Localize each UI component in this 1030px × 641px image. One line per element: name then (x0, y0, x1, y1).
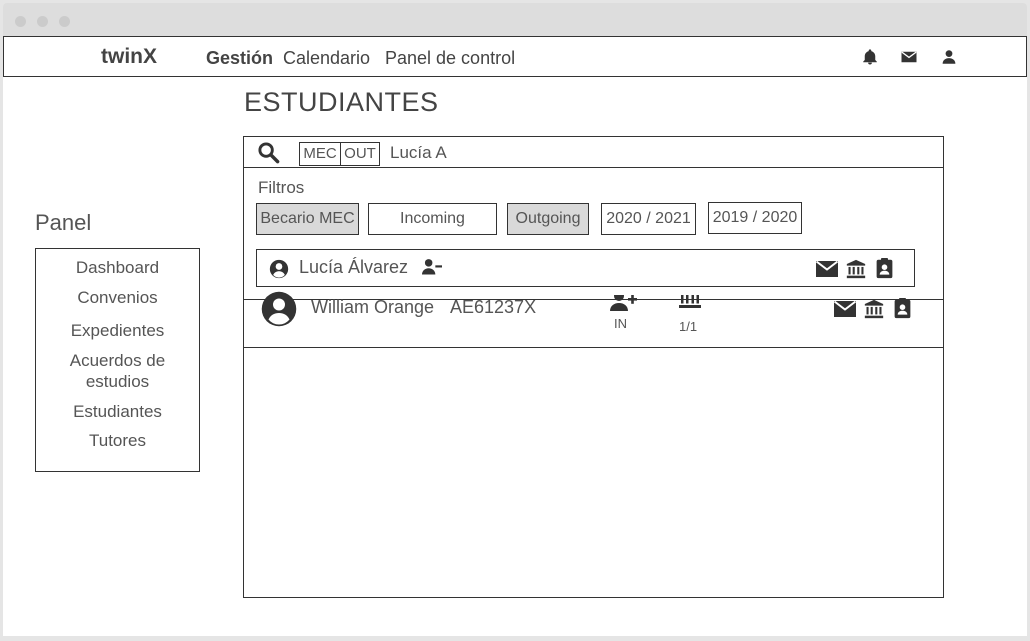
search-input[interactable] (390, 141, 690, 165)
search-icon[interactable] (257, 141, 280, 164)
user-minus-icon[interactable] (421, 257, 443, 277)
user-plus-icon[interactable] (609, 295, 637, 313)
students-panel: MEC OUT Filtros Becario MEC Incoming Out… (243, 136, 944, 598)
window-minimize-dot[interactable] (37, 16, 48, 27)
table-row[interactable]: William Orange AE61237X IN 1/1 (244, 291, 943, 348)
search-bar: MEC OUT (244, 137, 943, 168)
user-circle-icon (269, 259, 289, 279)
toggle-mec[interactable]: MEC (299, 142, 341, 166)
page-title: ESTUDIANTES (244, 87, 439, 117)
avatar (261, 291, 297, 327)
university-icon[interactable] (678, 295, 702, 308)
sidebar-item-estudiantes[interactable]: Estudiantes (36, 401, 199, 422)
window-close-dot[interactable] (15, 16, 26, 27)
mail-icon[interactable] (900, 48, 918, 66)
search-dropdown: Filtros Becario MEC Incoming Outgoing 20… (244, 168, 943, 300)
id-badge-icon[interactable] (875, 258, 894, 279)
sidebar-title: Panel (35, 210, 92, 235)
sidebar-item-tutores[interactable]: Tutores (36, 430, 199, 451)
direction-label: IN (614, 316, 627, 331)
student-id: AE61237X (450, 297, 537, 317)
filter-chip-2020-2021[interactable]: 2020 / 2021 (601, 203, 696, 235)
sidebar-item-convenios[interactable]: Convenios (36, 287, 199, 308)
suggestion-name: Lucía Álvarez (299, 257, 409, 277)
toggle-out[interactable]: OUT (340, 142, 380, 166)
filter-chip-incoming[interactable]: Incoming (368, 203, 497, 235)
student-name[interactable]: William Orange (311, 297, 434, 318)
page-content: twinX Gestión Calendario Panel de contro… (3, 36, 1027, 636)
user-icon[interactable] (940, 48, 958, 66)
suggestion-row[interactable]: Lucía Álvarez (256, 249, 915, 287)
filter-chip-outgoing[interactable]: Outgoing (507, 203, 589, 235)
brand-logo[interactable]: twinX (101, 45, 157, 69)
nav-panel-de-control[interactable]: Panel de control (385, 48, 515, 69)
sidebar-item-dashboard[interactable]: Dashboard (36, 257, 199, 278)
window-maximize-dot[interactable] (59, 16, 70, 27)
top-navbar: twinX Gestión Calendario Panel de contro… (3, 36, 1027, 77)
window-titlebar (3, 3, 1027, 36)
nav-gestion[interactable]: Gestión (206, 48, 273, 69)
browser-window: twinX Gestión Calendario Panel de contro… (0, 0, 1030, 641)
id-badge-icon[interactable] (893, 298, 912, 319)
filter-chip-2019-2020[interactable]: 2019 / 2020 (708, 202, 802, 234)
university-icon[interactable] (864, 299, 884, 319)
mail-icon[interactable] (833, 299, 857, 319)
filters-label: Filtros (258, 178, 305, 197)
university-icon[interactable] (846, 259, 866, 279)
sidebar-item-expedientes[interactable]: Expedientes (36, 320, 199, 341)
mail-icon[interactable] (815, 259, 839, 279)
bell-icon[interactable] (861, 48, 879, 66)
sidebar-panel: Dashboard Convenios Expedientes Acuerdos… (35, 248, 200, 472)
filter-chip-becario-mec[interactable]: Becario MEC (256, 203, 359, 235)
agreements-count: 1/1 (679, 319, 698, 334)
sidebar-item-acuerdos-de-estudios[interactable]: Acuerdos de estudios (36, 350, 199, 392)
nav-calendario[interactable]: Calendario (283, 48, 370, 69)
